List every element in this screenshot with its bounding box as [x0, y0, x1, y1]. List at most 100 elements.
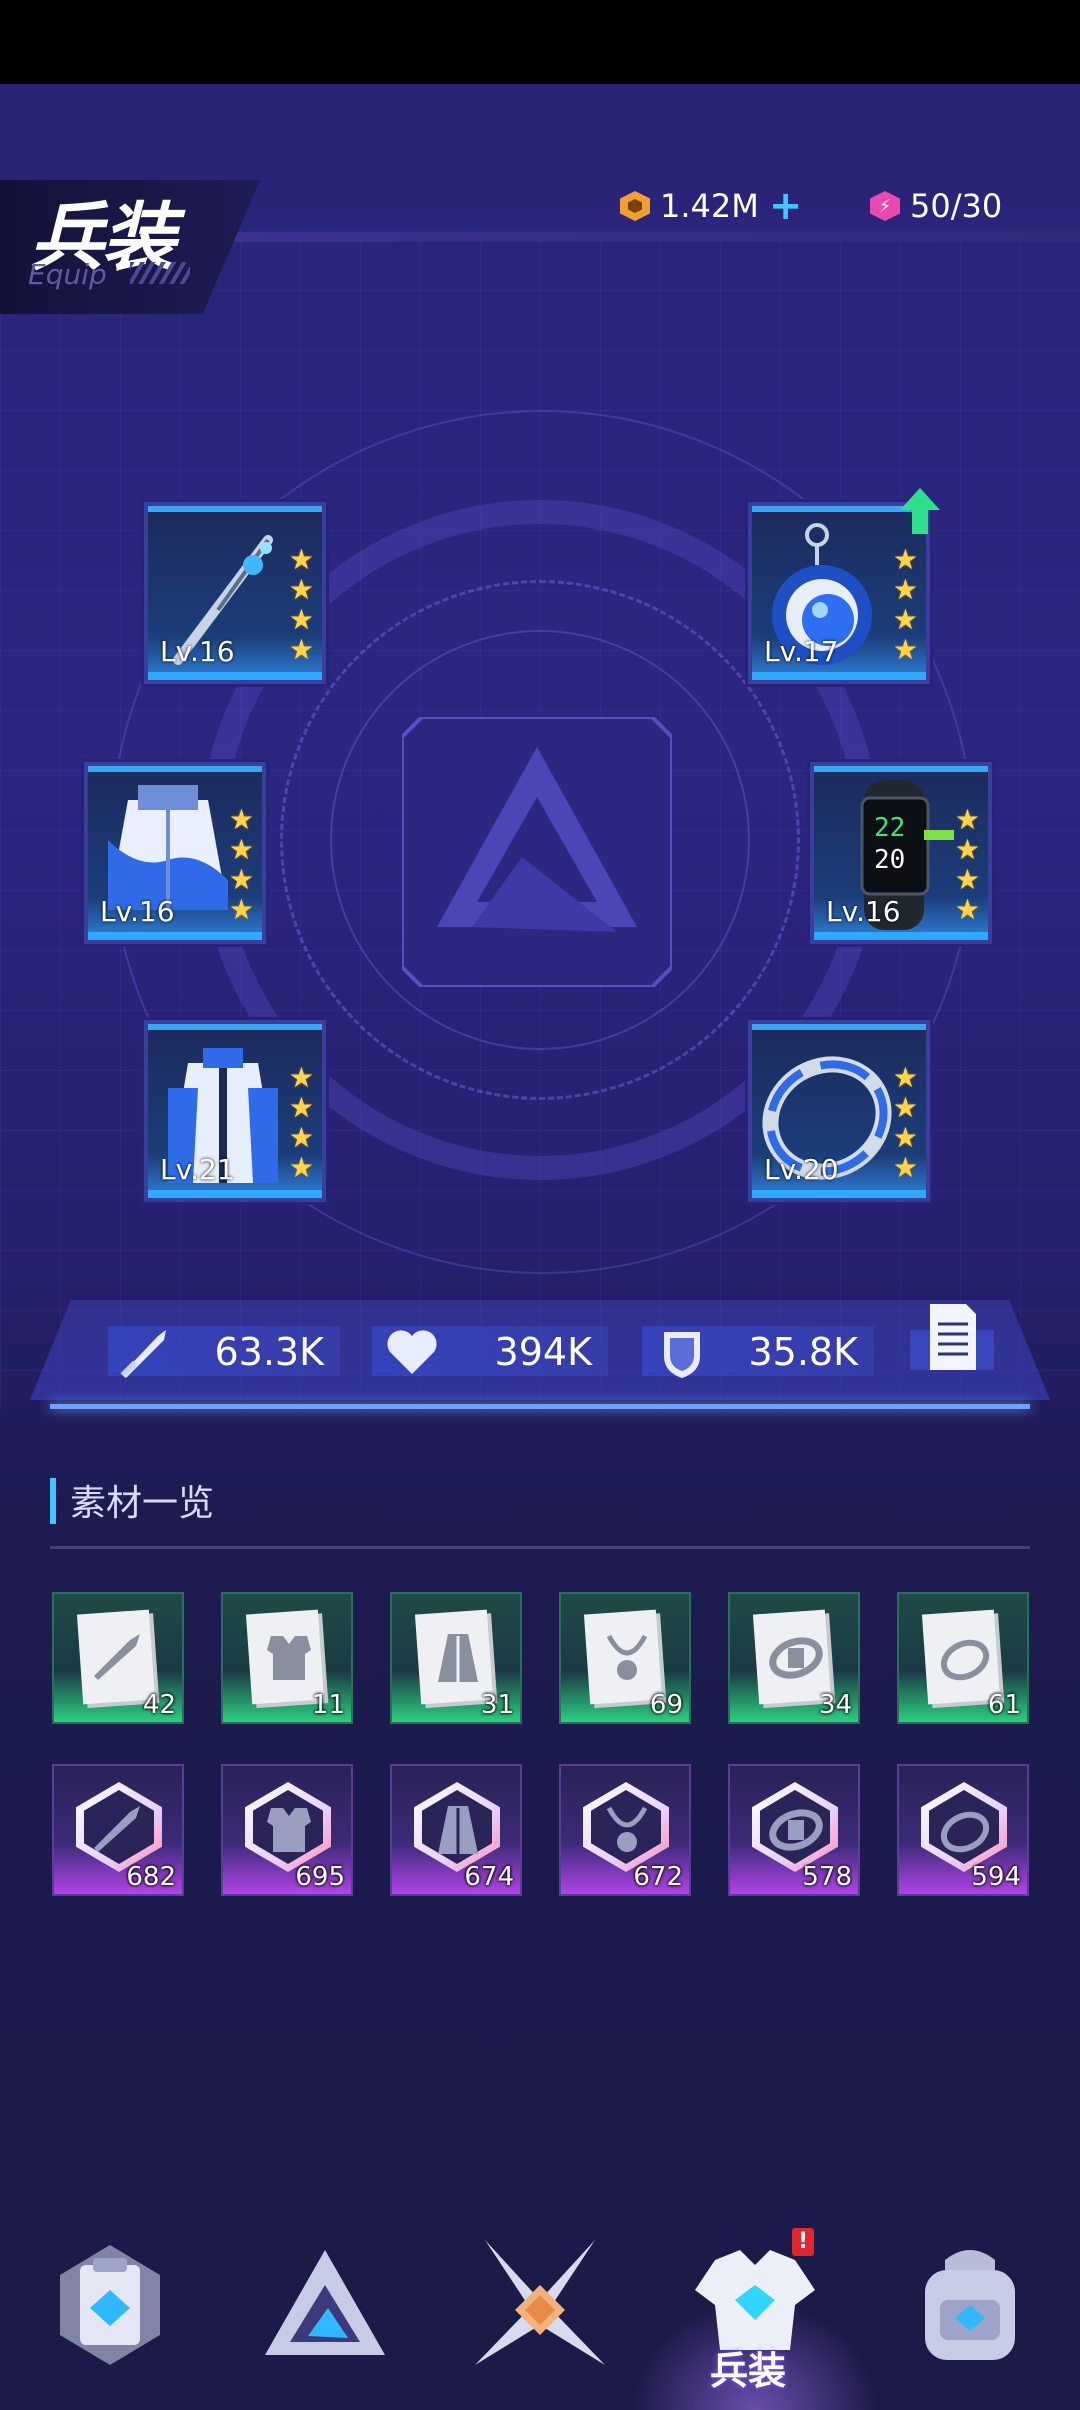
star-icon: ★ [954, 893, 980, 926]
hp-stat: 394K [372, 1326, 608, 1376]
material-item[interactable]: 31 [390, 1592, 522, 1724]
sword-blueprint-icon [94, 1634, 140, 1680]
equip-slot-jacket[interactable]: ★ ★ ★ ★ Lv.16 [84, 762, 266, 944]
crossed-swords-icon[interactable] [465, 2230, 615, 2380]
sword-icon [120, 1330, 166, 1378]
section-divider [50, 1546, 1030, 1549]
material-item[interactable]: 695 [221, 1764, 353, 1896]
shield-icon [664, 1332, 700, 1378]
equip-slot-ring[interactable]: ★ ★ ★ ★ Lv.20 [748, 1020, 930, 1202]
status-bar [0, 0, 1080, 84]
materials-title: 素材一览 [70, 1483, 215, 1524]
material-count: 69 [649, 1690, 683, 1720]
nav-active-label[interactable]: 兵装 [710, 2340, 786, 2395]
title-hatch-decoration [130, 262, 190, 284]
material-item[interactable]: 674 [390, 1764, 522, 1896]
attack-stat: 63.3K [108, 1326, 340, 1378]
energy-amount: 50/30 [910, 187, 1003, 225]
material-count: 578 [802, 1862, 852, 1892]
upgrade-arrow-icon [900, 488, 940, 534]
star-icon: ★ [892, 1061, 918, 1094]
energy-icon: ⚡ [870, 191, 900, 221]
coin-currency: 1.42M + [620, 184, 802, 228]
necklace-blueprint-icon [606, 1634, 648, 1680]
level-label: Lv.16 [160, 635, 235, 668]
material-item[interactable]: 42 [52, 1592, 184, 1724]
star-icon: ★ [288, 633, 314, 666]
material-item[interactable]: 594 [897, 1764, 1029, 1896]
material-item[interactable]: 34 [728, 1592, 860, 1724]
star-icon: ★ [288, 1151, 314, 1184]
band-blueprint-icon [769, 1637, 823, 1679]
heart-icon [387, 1330, 437, 1374]
page-subtitle: Equip [28, 258, 107, 291]
material-count: 42 [142, 1690, 176, 1720]
star-rating: ★ ★ ★ ★ [289, 546, 314, 664]
bottom-nav [0, 2200, 1080, 2400]
sword-core-icon [94, 1806, 140, 1852]
material-item[interactable]: 578 [728, 1764, 860, 1896]
star-icon: ★ [288, 603, 314, 636]
defense-stat: 35.8K [642, 1326, 874, 1378]
necklace-core-icon [606, 1806, 648, 1852]
material-count: 61 [987, 1690, 1021, 1720]
material-item[interactable]: 69 [559, 1592, 691, 1724]
material-count: 672 [633, 1862, 683, 1892]
equip-slot-coat[interactable]: ★ ★ ★ ★ Lv.21 [144, 1020, 326, 1202]
stats-glow-line [50, 1404, 1030, 1409]
star-icon: ★ [892, 603, 918, 636]
hp-value: 394K [494, 1330, 592, 1374]
level-label: Lv.20 [764, 1153, 839, 1186]
star-rating: ★ ★ ★ ★ [893, 1064, 918, 1182]
coat-blueprint-icon [438, 1634, 478, 1682]
material-item[interactable]: 672 [559, 1764, 691, 1896]
level-label: Lv.16 [826, 895, 901, 928]
star-rating: ★ ★ ★ ★ [893, 546, 918, 664]
armor-blueprint-icon [267, 1636, 311, 1680]
star-rating: ★ ★ ★ ★ [229, 806, 254, 924]
star-icon: ★ [288, 1061, 314, 1094]
star-rating: ★ ★ ★ ★ [289, 1064, 314, 1182]
material-item[interactable]: 11 [221, 1592, 353, 1724]
coin-amount: 1.42M [660, 187, 759, 225]
clipboard-icon[interactable] [35, 2230, 185, 2380]
material-count: 31 [480, 1690, 514, 1720]
section-accent-bar [50, 1478, 56, 1524]
star-icon: ★ [892, 1151, 918, 1184]
material-count: 34 [818, 1690, 852, 1720]
coat-core-icon [438, 1806, 478, 1854]
level-label: Lv.16 [100, 895, 175, 928]
star-icon: ★ [892, 1091, 918, 1124]
material-count: 674 [464, 1862, 514, 1892]
header-band [230, 232, 1080, 242]
band-core-icon [769, 1809, 823, 1851]
star-icon: ★ [228, 803, 254, 836]
document-icon[interactable] [910, 1300, 994, 1376]
star-icon: ★ [892, 633, 918, 666]
backpack-icon[interactable] [895, 2230, 1045, 2380]
equip-slot-weapon[interactable]: ★ ★ ★ ★ Lv.16 [144, 502, 326, 684]
star-icon: ★ [892, 543, 918, 576]
star-icon: ★ [228, 833, 254, 866]
level-label: Lv.17 [764, 635, 839, 668]
material-count: 594 [971, 1862, 1021, 1892]
star-icon: ★ [892, 1121, 918, 1154]
star-icon: ★ [892, 573, 918, 606]
attack-value: 63.3K [214, 1330, 324, 1374]
equip-slot-wristband[interactable]: 22 20 ★ ★ ★ ★ Lv.16 [810, 762, 992, 944]
triangle-icon[interactable] [250, 2230, 400, 2380]
material-count: 682 [126, 1862, 176, 1892]
material-item[interactable]: 61 [897, 1592, 1029, 1724]
band-time-hour: 22 [874, 813, 905, 843]
star-icon: ★ [288, 573, 314, 606]
star-icon: ★ [954, 803, 980, 836]
star-icon: ★ [288, 543, 314, 576]
coin-icon [620, 191, 650, 221]
armor-core-icon [267, 1808, 311, 1852]
star-icon: ★ [954, 863, 980, 896]
material-item[interactable]: 682 [52, 1764, 184, 1896]
add-coins-button[interactable]: + [769, 186, 803, 226]
star-icon: ★ [228, 893, 254, 926]
star-icon: ★ [228, 863, 254, 896]
star-rating: ★ ★ ★ ★ [955, 806, 980, 924]
